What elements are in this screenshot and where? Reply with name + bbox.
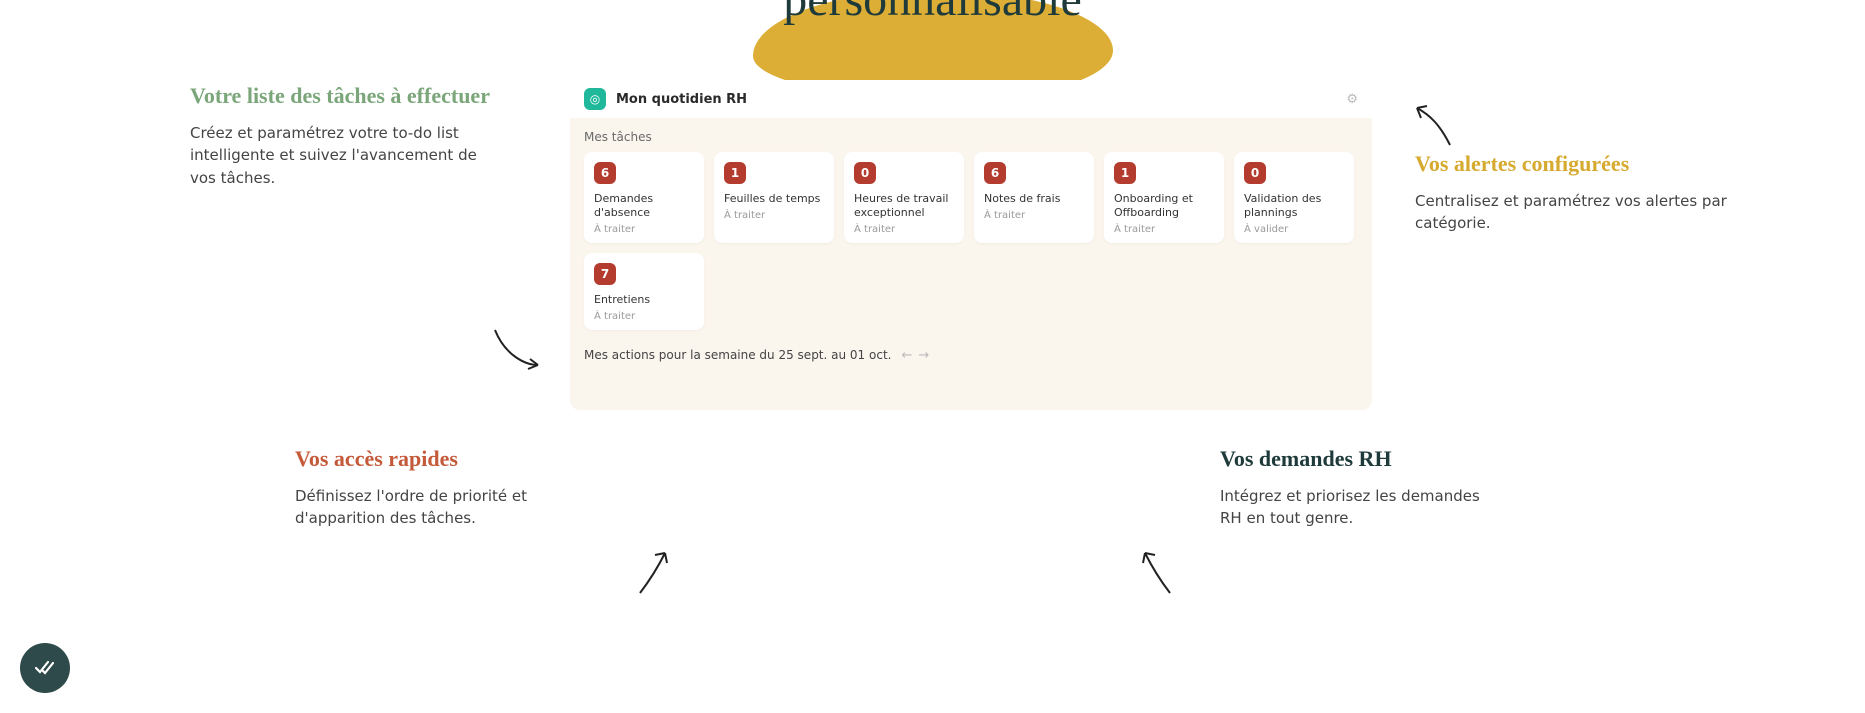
arrow-icon bbox=[490, 325, 550, 375]
app-panel: ◎ Mon quotidien RH ⚙ Mes tâches 6 Demand… bbox=[570, 80, 1372, 410]
count-badge: 6 bbox=[984, 162, 1006, 184]
actions-label: Mes actions pour la semaine du 25 sept. … bbox=[584, 348, 891, 362]
task-card[interactable]: 6 Notes de frais À traiter bbox=[974, 152, 1094, 243]
task-card[interactable]: 1 Onboarding et Offboarding À traiter bbox=[1104, 152, 1224, 243]
task-card[interactable]: 1 Feuilles de temps À traiter bbox=[714, 152, 834, 243]
task-card-title: Validation des plannings bbox=[1244, 192, 1344, 220]
week-actions-row: Mes actions pour la semaine du 25 sept. … bbox=[584, 348, 1358, 363]
callout-title: Vos demandes RH bbox=[1220, 445, 1480, 473]
task-card-subtitle: À traiter bbox=[1114, 224, 1214, 235]
task-card-subtitle: À traiter bbox=[594, 224, 694, 235]
callout-title: Votre liste des tâches à effectuer bbox=[190, 82, 490, 110]
task-card-title: Notes de frais bbox=[984, 192, 1084, 206]
task-card-title: Onboarding et Offboarding bbox=[1114, 192, 1214, 220]
count-badge: 6 bbox=[594, 162, 616, 184]
app-logo-icon: ◎ bbox=[584, 88, 606, 110]
arrow-icon bbox=[1405, 100, 1460, 155]
task-card[interactable]: 0 Heures de travail exceptionnel À trait… bbox=[844, 152, 964, 243]
callout-bottom-left: Vos accès rapides Définissez l'ordre de … bbox=[295, 445, 555, 530]
callout-body: Définissez l'ordre de priorité et d'appa… bbox=[295, 485, 555, 530]
callout-top-left: Votre liste des tâches à effectuer Créez… bbox=[190, 82, 490, 189]
callout-body: Intégrez et priorisez les demandes RH en… bbox=[1220, 485, 1480, 530]
callout-title: Vos accès rapides bbox=[295, 445, 555, 473]
task-card-title: Heures de travail exceptionnel bbox=[854, 192, 954, 220]
count-badge: 7 bbox=[594, 263, 616, 285]
task-cards-grid: 6 Demandes d'absence À traiter 1 Feuille… bbox=[584, 152, 1358, 330]
task-card-subtitle: À traiter bbox=[984, 210, 1084, 221]
task-card[interactable]: 6 Demandes d'absence À traiter bbox=[584, 152, 704, 243]
tasks-section-label: Mes tâches bbox=[584, 130, 1358, 144]
arrow-icon bbox=[1130, 545, 1180, 600]
callout-top-right: Vos alertes configurées Centralisez et p… bbox=[1415, 150, 1755, 235]
checkmarks-icon bbox=[33, 656, 57, 680]
task-card-subtitle: À traiter bbox=[594, 311, 694, 322]
callout-body: Centralisez et paramétrez vos alertes pa… bbox=[1415, 190, 1755, 235]
count-badge: 1 bbox=[724, 162, 746, 184]
settings-icon[interactable]: ⚙ bbox=[1346, 92, 1358, 107]
task-card[interactable]: 7 Entretiens À traiter bbox=[584, 253, 704, 330]
panel-title: Mon quotidien RH bbox=[616, 92, 747, 107]
task-card[interactable]: 0 Validation des plannings À valider bbox=[1234, 152, 1354, 243]
task-card-subtitle: À valider bbox=[1244, 224, 1344, 235]
count-badge: 1 bbox=[1114, 162, 1136, 184]
panel-header: ◎ Mon quotidien RH ⚙ bbox=[570, 80, 1372, 118]
task-card-title: Demandes d'absence bbox=[594, 192, 694, 220]
prev-week-button[interactable]: ← bbox=[901, 348, 912, 363]
callout-bottom-right: Vos demandes RH Intégrez et priorisez le… bbox=[1220, 445, 1480, 530]
count-badge: 0 bbox=[1244, 162, 1266, 184]
task-card-title: Feuilles de temps bbox=[724, 192, 824, 206]
count-badge: 0 bbox=[854, 162, 876, 184]
arrow-icon bbox=[630, 545, 680, 600]
callout-title: Vos alertes configurées bbox=[1415, 150, 1755, 178]
accessibility-fab-button[interactable] bbox=[20, 643, 70, 693]
callout-body: Créez et paramétrez votre to-do list int… bbox=[190, 122, 490, 190]
task-card-subtitle: À traiter bbox=[724, 210, 824, 221]
next-week-button[interactable]: → bbox=[918, 348, 929, 363]
task-card-title: Entretiens bbox=[594, 293, 694, 307]
task-card-subtitle: À traiter bbox=[854, 224, 954, 235]
